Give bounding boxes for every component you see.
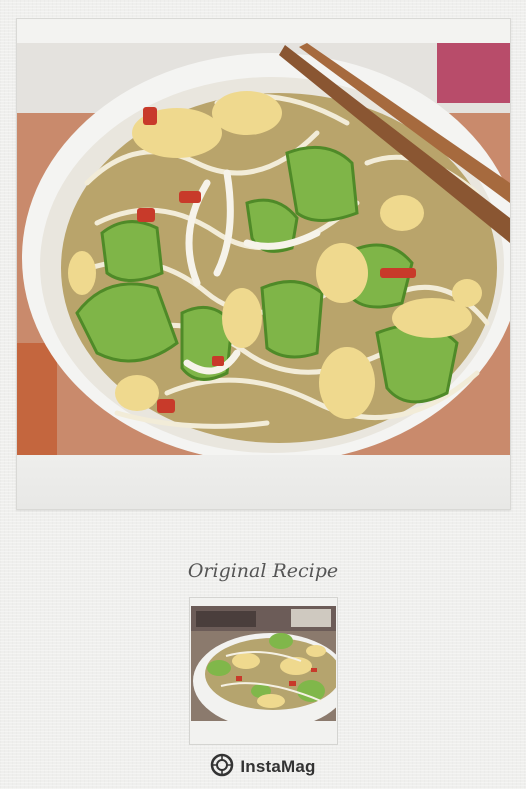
original-recipe-caption: Original Recipe <box>187 560 339 582</box>
instamag-logo-icon <box>210 753 234 781</box>
main-photo-card <box>16 18 511 510</box>
instamag-branding: InstaMag <box>0 753 526 781</box>
thumbnail-photo <box>191 606 336 721</box>
photo-card-footer <box>17 455 510 509</box>
brand-name: InstaMag <box>240 757 316 776</box>
original-recipe-thumbnail[interactable] <box>189 597 338 745</box>
noodle-dish-photo <box>17 43 510 455</box>
